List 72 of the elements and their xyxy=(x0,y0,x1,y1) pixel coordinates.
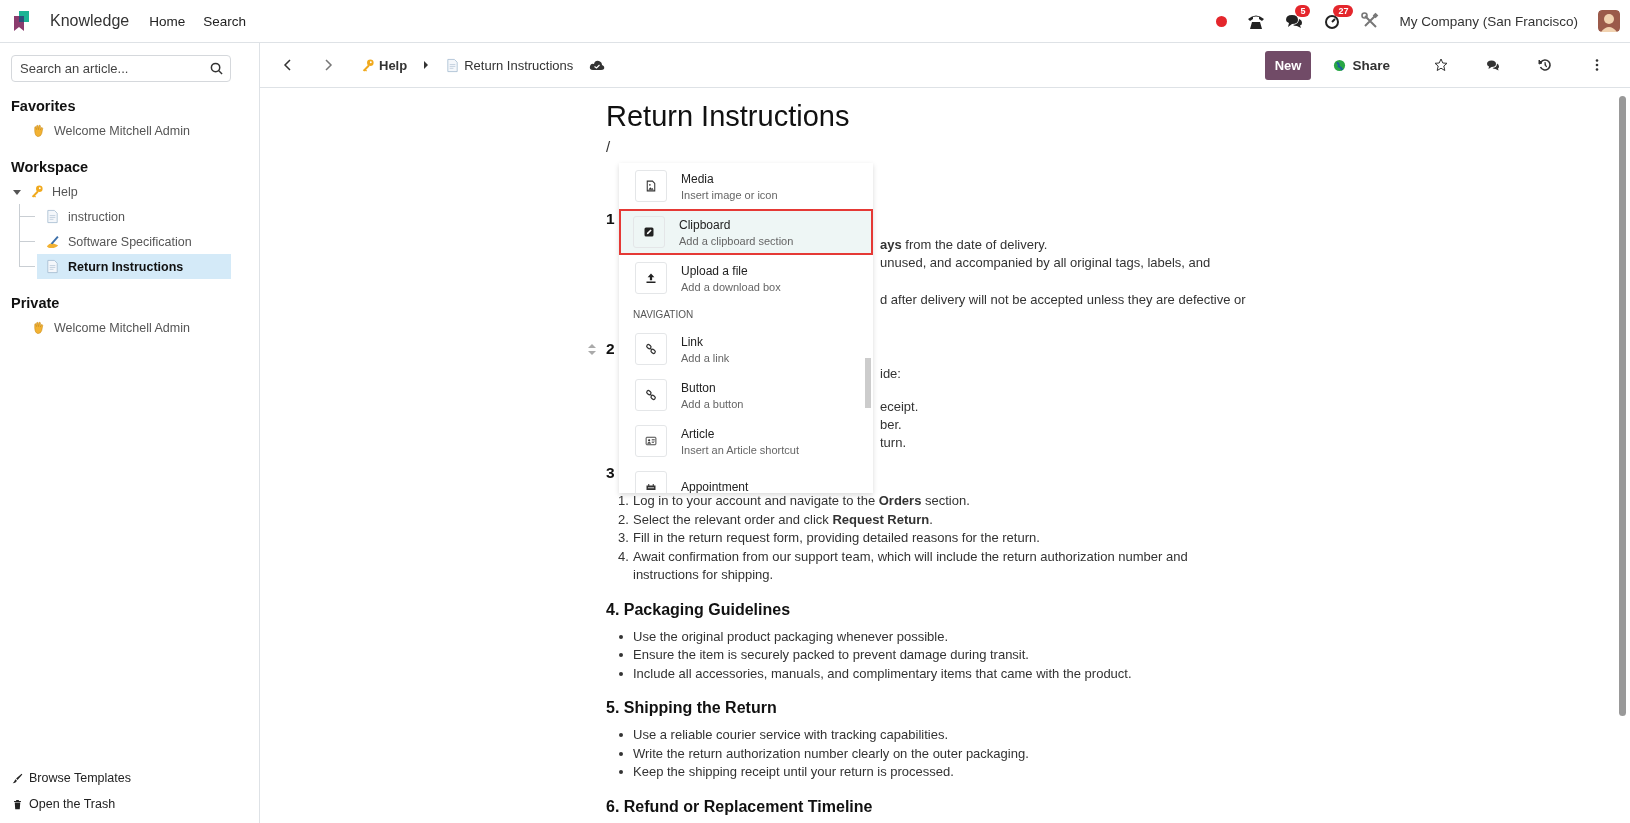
heading-text: 6. Refund or Replacement Timeline xyxy=(606,796,874,817)
list-item-text: Log in to your account and navigate to the Orders section. xyxy=(633,493,970,510)
paragraph-text: ide: xyxy=(880,365,901,383)
paragraph-text: turn. xyxy=(880,434,906,452)
sidebar-item[interactable]: Return Instructions xyxy=(37,254,231,279)
notification-badge: 27 xyxy=(1333,5,1354,17)
list-item-text: Use a reliable courier service with tracking capabilities. xyxy=(633,726,949,744)
sidebar-link[interactable]: Open the Trash xyxy=(12,797,116,811)
command-item[interactable]: Appointment xyxy=(619,464,873,493)
menu-item[interactable]: Home xyxy=(149,13,186,29)
heading-text: 4. Packaging Guidelines xyxy=(606,599,792,620)
list-item-text: Include all accessories, manuals, and complimentary items that came with the product. xyxy=(633,664,1132,683)
sidebar-item[interactable]: instruction xyxy=(37,204,231,229)
sidebar-item[interactable]: Help xyxy=(0,179,231,204)
heading-text: 3 xyxy=(606,463,615,483)
command-title: Media xyxy=(681,171,715,186)
section-title: Private xyxy=(11,295,61,311)
sidebar-item[interactable]: Welcome Mitchell Admin xyxy=(0,315,231,340)
command-item[interactable]: Button Add a button xyxy=(619,372,873,418)
command-item[interactable]: Media Insert image or icon xyxy=(619,163,873,209)
sidebar-item[interactable]: Software Specification xyxy=(37,229,231,254)
command-description: Insert an Article shortcut xyxy=(681,443,799,456)
list-item-text: Keep the shipping receipt until your return is processed. xyxy=(633,763,954,781)
command-title: Upload a file xyxy=(681,263,749,278)
command-description: Add a link xyxy=(681,351,730,364)
paragraph-text: eceipt. xyxy=(880,398,919,416)
list-item-text: Use the original product packaging whenever possible. xyxy=(633,627,949,646)
command-title: Article xyxy=(681,426,716,441)
sidebar-item[interactable]: Welcome Mitchell Admin xyxy=(0,118,231,143)
command-title: Link xyxy=(681,334,704,349)
list-item-text: Select the relevant order and click Request Return. xyxy=(633,510,933,529)
command-description: Insert image or icon xyxy=(681,188,778,201)
command-item[interactable]: Clipboard Add a clipboard section xyxy=(619,209,873,255)
command-title: Button xyxy=(681,380,717,395)
command-item[interactable]: Upload a file Add a download box xyxy=(619,255,873,301)
command-description: Add a button xyxy=(681,397,744,410)
heading-text: 2 xyxy=(606,339,615,359)
command-description: Add a download box xyxy=(681,280,781,293)
section-title: Favorites xyxy=(11,98,77,114)
menu-section-title: NAVIGATION xyxy=(632,308,695,322)
list-number: 1. xyxy=(618,492,630,510)
app-name: Knowledge xyxy=(50,12,130,30)
editor-cursor-text: / xyxy=(606,138,612,156)
section-title: Workspace xyxy=(11,159,90,175)
command-item[interactable]: Link Add a link xyxy=(619,326,873,372)
breadcrumb-item[interactable]: Help xyxy=(360,57,408,73)
paragraph-text: ber. xyxy=(880,416,902,434)
paragraph-text: d after delivery will not be accepted unless they are defective or xyxy=(880,291,1246,309)
document-title: Return Instructions xyxy=(606,99,851,134)
list-number: 2. xyxy=(618,510,630,529)
paragraph-text: ays from the date of delivery. xyxy=(880,236,1048,254)
list-number: 4. xyxy=(618,547,630,566)
notification-badge: 5 xyxy=(1295,5,1311,17)
paragraph-text: unused, and accompanied by all original tags, labels, and xyxy=(880,254,1211,272)
heading-text: 1 xyxy=(606,209,615,229)
list-item-text: Write the return authorization number clearly on the outer packaging. xyxy=(633,744,1029,763)
breadcrumb-item[interactable]: Return Instructions xyxy=(445,57,574,73)
search-field[interactable]: Search an article... xyxy=(11,55,231,82)
share-button[interactable]: Share xyxy=(1327,56,1396,74)
command-item[interactable]: Article Insert an Article shortcut xyxy=(619,418,873,464)
command-title: Clipboard xyxy=(679,217,732,232)
list-number: 3. xyxy=(618,529,630,547)
sidebar-link[interactable]: Browse Templates xyxy=(12,771,131,785)
command-description: Add a clipboard section xyxy=(679,234,794,247)
list-item-text: Fill in the return request form, providing detailed reasons for the return. xyxy=(633,529,1040,547)
command-title: Appointment xyxy=(681,480,749,493)
heading-text: 5. Shipping the Return xyxy=(606,698,778,718)
company-switcher[interactable]: My Company (San Francisco) xyxy=(1399,13,1578,29)
new-button[interactable]: New xyxy=(1264,50,1312,80)
list-item-text: Await confirmation from our support team, which will include the return authorization number and instructions for shipping. xyxy=(633,547,1189,584)
list-item-text: Ensure the item is securely packed to prevent damage during transit. xyxy=(633,646,1029,664)
menu-item[interactable]: Search xyxy=(203,13,246,29)
